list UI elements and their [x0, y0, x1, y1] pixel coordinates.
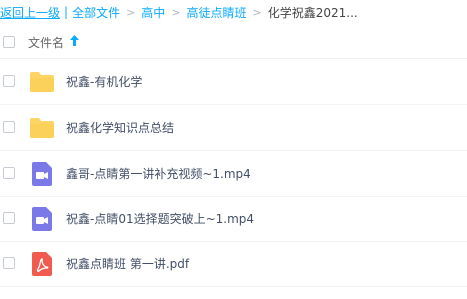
folder-icon	[29, 69, 55, 95]
breadcrumb-separator: >	[126, 5, 136, 19]
breadcrumb: 返回上一级 | 全部文件 > 高中 > 高徒点睛班 > 化学祝鑫2021...	[0, 0, 467, 24]
pdf-file-icon	[29, 251, 55, 277]
breadcrumb-gaozhong[interactable]: 高中	[141, 4, 165, 21]
video-file-icon	[29, 161, 55, 187]
breadcrumb-separator: >	[252, 5, 262, 19]
video-file-icon	[29, 206, 55, 232]
folder-icon	[29, 115, 55, 141]
breadcrumb-all-files[interactable]: 全部文件	[72, 4, 120, 21]
breadcrumb-separator: >	[171, 5, 181, 19]
file-name[interactable]: 祝鑫-点睛01选择题突破上~1.mp4	[66, 210, 254, 227]
file-name[interactable]: 祝鑫化学知识点总结	[66, 119, 174, 136]
file-name[interactable]: 鑫哥-点睛第一讲补充视频~1.mp4	[66, 165, 251, 182]
row-checkbox[interactable]	[3, 212, 15, 224]
file-name[interactable]: 祝鑫-有机化学	[66, 73, 142, 90]
select-all-checkbox[interactable]	[3, 36, 15, 48]
row-checkbox[interactable]	[3, 167, 15, 179]
file-row[interactable]: 祝鑫-有机化学	[0, 59, 467, 105]
file-list-header: 文件名	[0, 26, 467, 59]
breadcrumb-divider: |	[64, 5, 69, 19]
row-checkbox[interactable]	[3, 121, 15, 133]
breadcrumb-current: 化学祝鑫2021...	[267, 5, 358, 20]
file-name[interactable]: 祝鑫点睛班 第一讲.pdf	[66, 255, 189, 272]
file-row[interactable]: 祝鑫化学知识点总结	[0, 105, 467, 151]
column-filename[interactable]: 文件名	[28, 34, 64, 51]
arrow-up-icon[interactable]	[70, 35, 79, 49]
file-row[interactable]: 祝鑫-点睛01选择题突破上~1.mp4	[0, 196, 467, 242]
file-row[interactable]: 鑫哥-点睛第一讲补充视频~1.mp4	[0, 151, 467, 197]
back-link[interactable]: 返回上一级	[0, 4, 60, 21]
file-row[interactable]: 祝鑫点睛班 第一讲.pdf	[0, 241, 467, 287]
row-checkbox[interactable]	[3, 257, 15, 269]
breadcrumb-class[interactable]: 高徒点睛班	[187, 4, 247, 21]
row-checkbox[interactable]	[3, 75, 15, 87]
